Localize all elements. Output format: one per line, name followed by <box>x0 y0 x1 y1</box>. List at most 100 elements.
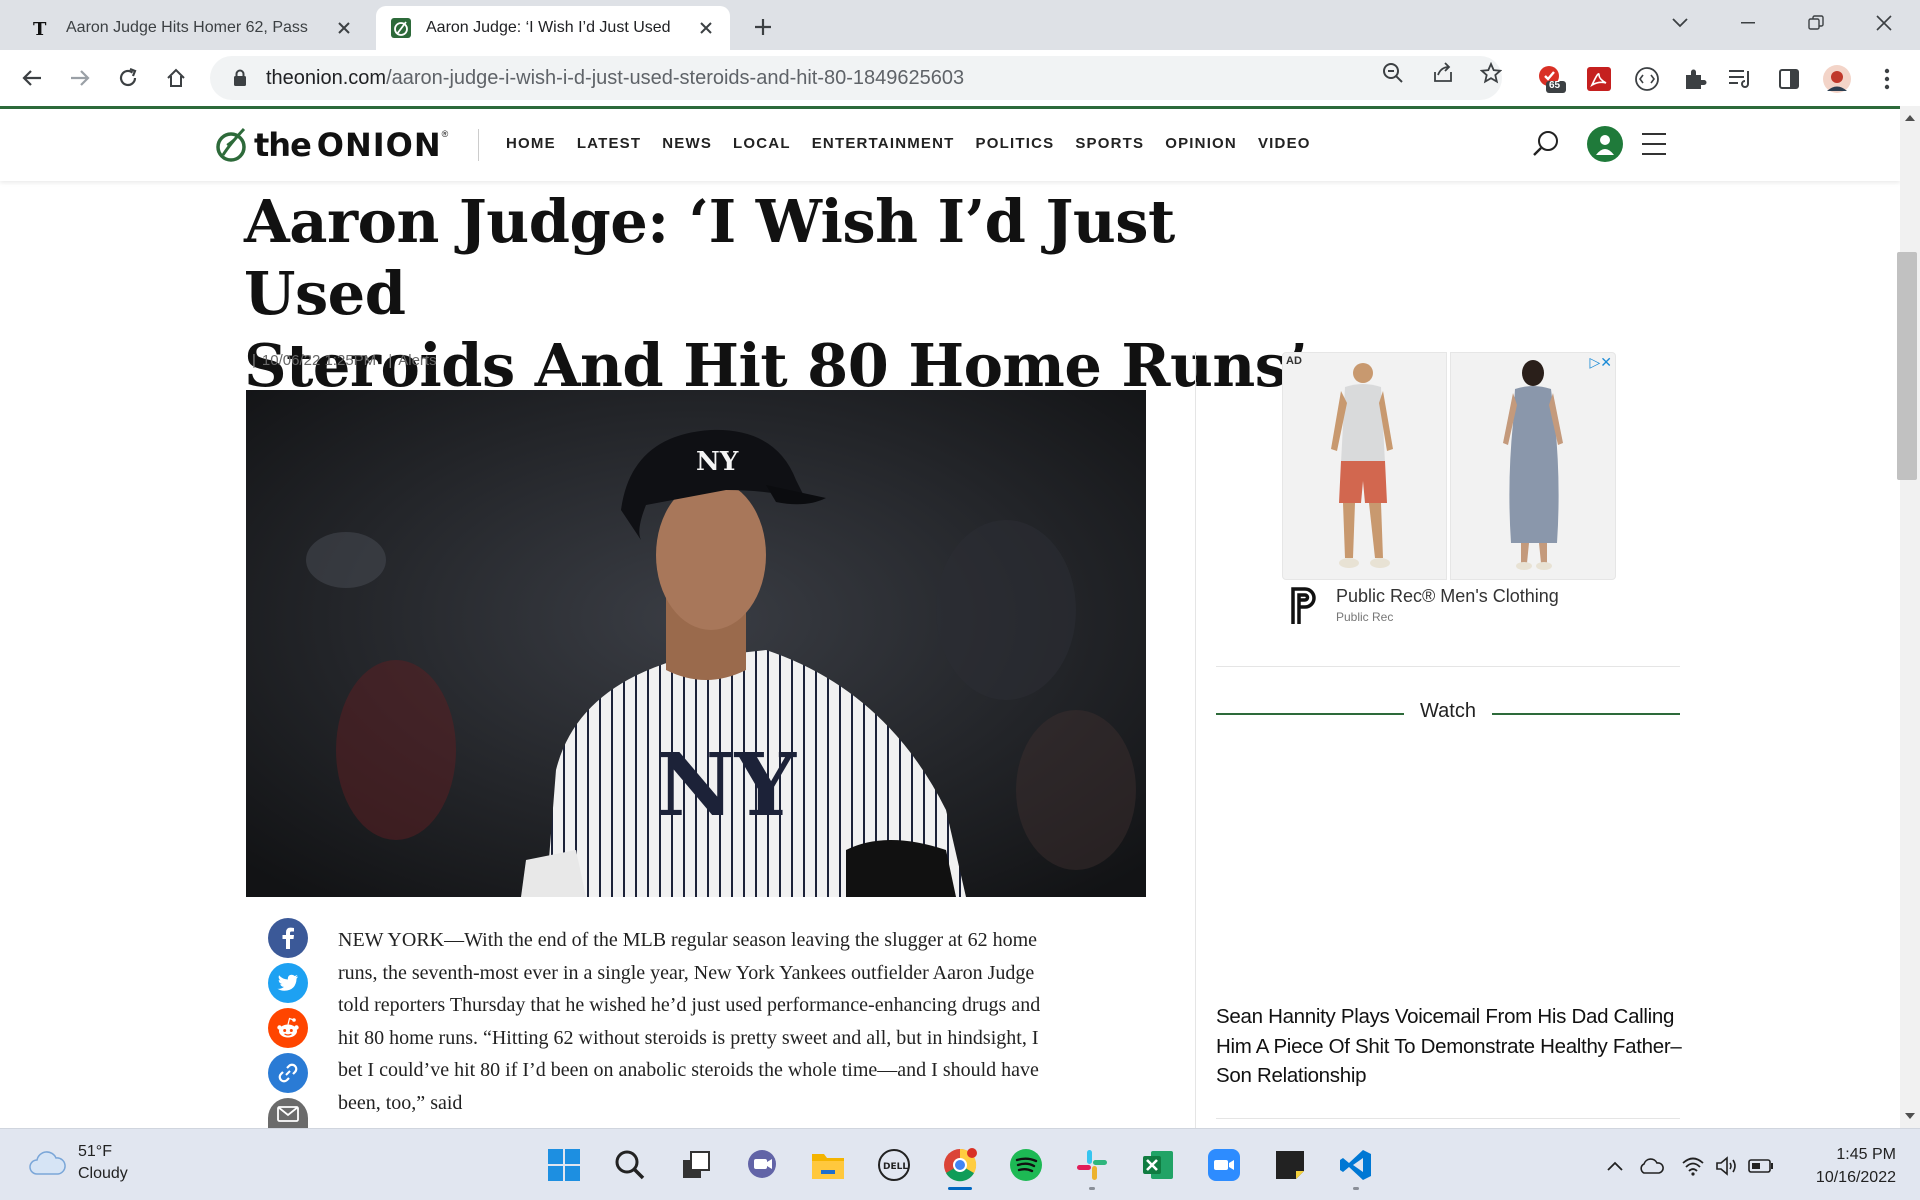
excel-icon[interactable] <box>1138 1145 1178 1185</box>
slack-running-indicator <box>1089 1187 1095 1190</box>
nav-opinion[interactable]: OPINION <box>1165 135 1237 152</box>
nav-video[interactable]: VIDEO <box>1258 135 1311 152</box>
profile-avatar[interactable] <box>1822 64 1852 94</box>
browser-tab-bar: T Aaron Judge Hits Homer 62, Pass Aaron … <box>0 0 1920 50</box>
side-panel-icon[interactable] <box>1774 64 1804 94</box>
facebook-share-icon[interactable] <box>268 918 308 958</box>
share-icon[interactable] <box>1430 60 1456 86</box>
tab-title: Aaron Judge Hits Homer 62, Pass <box>66 19 308 36</box>
hamburger-menu-icon[interactable] <box>1640 131 1668 157</box>
zoom-icon[interactable] <box>1380 60 1406 86</box>
url-host: theonion.com <box>266 66 387 89</box>
meta-separator: | <box>388 352 393 369</box>
weather-widget[interactable]: 51°F Cloudy <box>28 1141 128 1185</box>
teams-chat-icon[interactable] <box>742 1145 782 1185</box>
tab-close-icon[interactable] <box>696 18 716 38</box>
reddit-share-icon[interactable] <box>268 1008 308 1048</box>
user-account-icon[interactable] <box>1587 126 1623 162</box>
weather-condition: Cloudy <box>78 1165 128 1182</box>
new-tab-button[interactable] <box>748 12 778 42</box>
watch-video-headline[interactable]: Sean Hannity Plays Voicemail From His Da… <box>1216 1002 1686 1091</box>
ad-title[interactable]: Public Rec® Men's Clothing <box>1336 586 1559 607</box>
reload-icon[interactable] <box>112 62 144 94</box>
svg-text:T: T <box>33 19 47 38</box>
tray-chevron-up-icon[interactable] <box>1602 1153 1628 1179</box>
back-arrow-icon[interactable] <box>16 62 48 94</box>
wifi-icon[interactable] <box>1680 1153 1706 1179</box>
windows-taskbar: 51°F Cloudy DELL 1:45 PM 10/16/2022 <box>0 1128 1920 1200</box>
ad-choices-icon[interactable]: ▷✕ <box>1590 354 1613 371</box>
ad-product-image-mens[interactable] <box>1282 352 1447 580</box>
nav-entertainment[interactable]: ENTERTAINMENT <box>812 135 955 152</box>
clock-date: 10/16/2022 <box>1815 1169 1896 1186</box>
twitter-share-icon[interactable] <box>268 963 308 1003</box>
ad-product-image-dress[interactable] <box>1450 352 1616 580</box>
column-divider <box>1195 352 1196 1132</box>
taskbar-clock[interactable]: 1:45 PM 10/16/2022 <box>1776 1143 1896 1189</box>
taskbar-search-icon[interactable] <box>610 1145 650 1185</box>
task-view-icon[interactable] <box>676 1145 716 1185</box>
volume-icon[interactable] <box>1714 1153 1740 1179</box>
home-icon[interactable] <box>160 62 192 94</box>
chrome-taskbar-icon[interactable] <box>940 1145 980 1185</box>
nav-local[interactable]: LOCAL <box>733 135 791 152</box>
onion-logo[interactable]: the ONION ® <box>214 125 448 165</box>
address-bar[interactable]: theonion.com/aaron-judge-i-wish-i-d-just… <box>210 56 1502 100</box>
puzzle-extensions-icon[interactable] <box>1680 64 1710 94</box>
onedrive-cloud-icon[interactable] <box>1638 1153 1664 1179</box>
bookmark-star-icon[interactable] <box>1478 60 1504 86</box>
vscode-icon[interactable] <box>1336 1145 1376 1185</box>
search-icon[interactable] <box>1531 129 1561 159</box>
tab-nyt-article[interactable]: T Aaron Judge Hits Homer 62, Pass <box>16 6 368 50</box>
hero-photo-aaron-judge: NY NY <box>246 390 1146 897</box>
close-window-button[interactable] <box>1864 8 1904 38</box>
scroll-down-arrow-icon[interactable] <box>1900 1108 1920 1124</box>
forward-arrow-icon[interactable] <box>64 62 96 94</box>
lock-icon[interactable] <box>230 68 250 88</box>
vscode-running-indicator <box>1353 1187 1359 1190</box>
minimize-button[interactable] <box>1728 8 1768 38</box>
nyt-favicon: T <box>30 17 52 39</box>
public-rec-logo-icon <box>1291 587 1316 624</box>
svg-text:DELL: DELL <box>883 1162 908 1172</box>
tab-title: Aaron Judge: ‘I Wish I’d Just Used <box>426 19 671 36</box>
dell-icon[interactable]: DELL <box>874 1145 914 1185</box>
tab-search-chevron-icon[interactable] <box>1660 8 1700 38</box>
nav-latest[interactable]: LATEST <box>577 135 641 152</box>
article-body-paragraph: NEW YORK—With the end of the MLB regular… <box>338 929 1041 1114</box>
tab-close-icon[interactable] <box>334 18 354 38</box>
clock-time: 1:45 PM <box>1836 1146 1896 1163</box>
url-text[interactable]: theonion.com/aaron-judge-i-wish-i-d-just… <box>266 67 964 90</box>
browser-toolbar: theonion.com/aaron-judge-i-wish-i-d-just… <box>0 50 1920 106</box>
tab-onion-article[interactable]: Aaron Judge: ‘I Wish I’d Just Used <box>376 6 730 50</box>
restore-button[interactable] <box>1796 8 1836 38</box>
zoom-app-icon[interactable] <box>1204 1145 1244 1185</box>
email-share-icon[interactable] <box>268 1098 308 1128</box>
extension-badge-icon[interactable]: 65 <box>1536 64 1566 94</box>
scroll-up-arrow-icon[interactable] <box>1900 110 1920 126</box>
windows-start-icon[interactable] <box>544 1145 584 1185</box>
article-section-link[interactable]: Alerts <box>398 352 436 369</box>
file-explorer-icon[interactable] <box>808 1145 848 1185</box>
scrollbar-thumb[interactable] <box>1897 252 1917 480</box>
copy-link-icon[interactable] <box>268 1053 308 1093</box>
sidebar-ad[interactable]: AD ▷✕ Public Rec® Men's Clothing Public <box>1282 352 1616 632</box>
nav-news[interactable]: NEWS <box>662 135 712 152</box>
code-extension-icon[interactable] <box>1632 64 1662 94</box>
nav-sports[interactable]: SPORTS <box>1075 135 1144 152</box>
logo-onion: ONION <box>316 126 442 164</box>
sticky-notes-icon[interactable] <box>1270 1145 1310 1185</box>
ad-label: AD <box>1286 355 1302 367</box>
spotify-icon[interactable] <box>1006 1145 1046 1185</box>
onion-favicon <box>390 17 412 39</box>
slack-icon[interactable] <box>1072 1145 1112 1185</box>
svg-text:NY: NY <box>696 447 739 477</box>
nav-politics[interactable]: POLITICS <box>976 135 1055 152</box>
logo-the: the <box>254 126 312 164</box>
nav-home[interactable]: HOME <box>506 135 556 152</box>
media-queue-icon[interactable] <box>1726 64 1756 94</box>
watch-section-title: Watch <box>1420 700 1476 722</box>
acrobat-extension-icon[interactable] <box>1584 64 1614 94</box>
battery-icon[interactable] <box>1748 1153 1774 1179</box>
chrome-menu-icon[interactable] <box>1872 64 1902 94</box>
